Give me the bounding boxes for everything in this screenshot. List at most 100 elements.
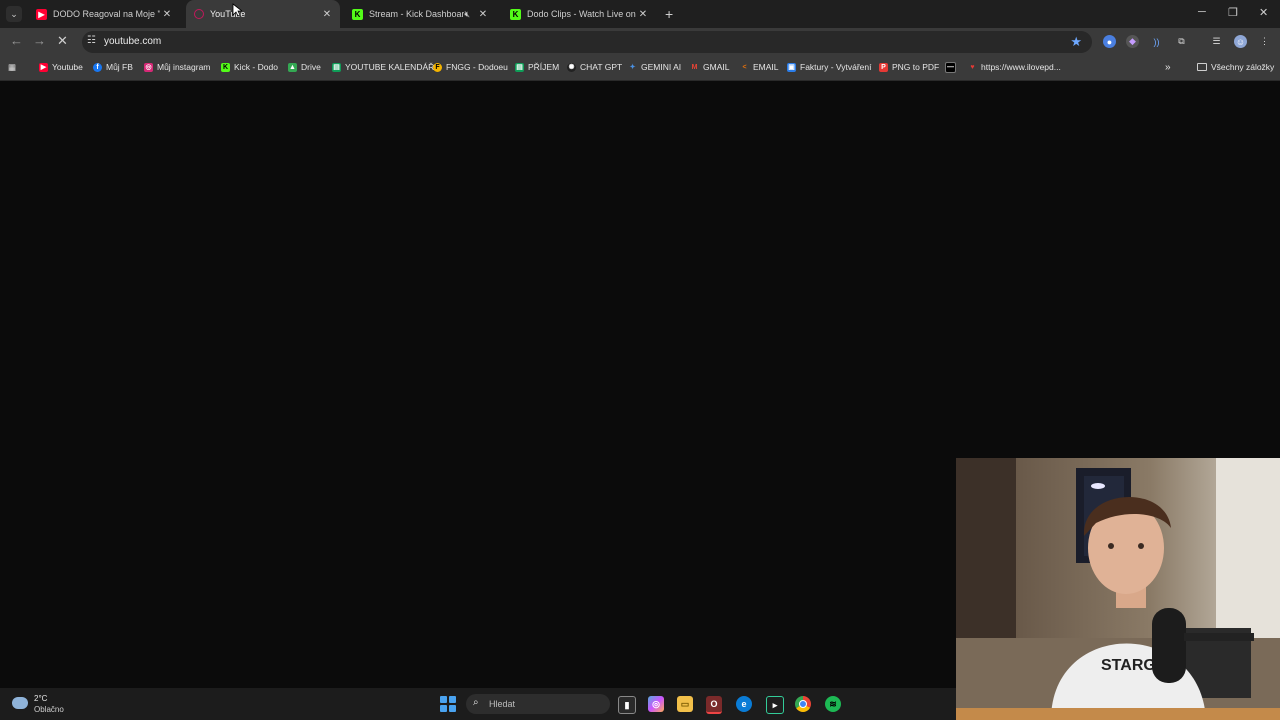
bookmark-label: https://www.ilovepd... bbox=[981, 62, 1061, 72]
media-control-icon[interactable]: ☰ bbox=[1210, 35, 1223, 48]
bookmark-facebook[interactable]: f Můj FB bbox=[93, 62, 133, 72]
bookmark-gemini[interactable]: ✦ GEMINI AI bbox=[628, 62, 682, 72]
pdf-icon: P bbox=[879, 62, 888, 72]
new-tab-button[interactable]: + bbox=[665, 6, 673, 22]
extension-icon[interactable]: ◆ bbox=[1126, 35, 1139, 48]
facebook-icon: f bbox=[93, 62, 102, 72]
taskbar-search[interactable]: ⌕ Hledat bbox=[466, 694, 610, 714]
close-icon[interactable]: ✕ bbox=[320, 9, 334, 20]
tab-title: Stream - Kick Dashboard bbox=[369, 9, 465, 19]
bookmarks-bar: ▦ ▶ Youtube f Můj FB ◎ Můj instagram K K… bbox=[0, 56, 1280, 81]
extension-icon[interactable]: ● bbox=[1103, 35, 1116, 48]
browser-toolbar: ← → ✕ ☷ youtube.com ★ ● ◆ )) ⧉ ☰ ☺ ⋮ bbox=[0, 28, 1280, 56]
start-button[interactable] bbox=[440, 696, 456, 712]
loading-icon bbox=[194, 9, 204, 19]
search-placeholder: Hledat bbox=[489, 699, 516, 709]
fngg-icon: F bbox=[433, 62, 442, 72]
bookmark-faktury[interactable]: ▣ Faktury - Vytváření bbox=[787, 62, 871, 72]
bookmark-label: PNG to PDF bbox=[892, 62, 940, 72]
bookmark-gmail[interactable]: M GMAIL bbox=[690, 62, 730, 72]
sheets-icon: ▤ bbox=[332, 62, 341, 72]
bookmark-youtube[interactable]: ▶ Youtube bbox=[39, 62, 83, 72]
bookmark-label: Můj FB bbox=[106, 62, 133, 72]
bookmark-label: FNGG - Dodoeu bbox=[446, 62, 508, 72]
bookmark-label: CHAT GPT bbox=[580, 62, 623, 72]
tab-strip: ⌄ ▶ DODO Reagoval na Moje "Špec ✕ YouTub… bbox=[0, 0, 1280, 28]
close-window-button[interactable]: ✕ bbox=[1259, 6, 1268, 19]
bookmark-chat-gpt[interactable]: ✺ CHAT GPT bbox=[567, 62, 622, 72]
heart-icon: ♥ bbox=[970, 63, 975, 71]
spotify-icon[interactable]: ≋ bbox=[825, 696, 841, 712]
outlook-icon[interactable]: O bbox=[706, 696, 722, 714]
chevron-down-icon: ⌄ bbox=[10, 8, 18, 19]
more-bookmarks-chevron-icon[interactable]: » bbox=[1165, 62, 1171, 73]
bookmark-email[interactable]: < EMAIL bbox=[740, 62, 778, 72]
youtube-icon: ▶ bbox=[36, 8, 47, 20]
address-bar[interactable]: ☷ youtube.com ★ bbox=[82, 31, 1092, 53]
search-icon: ⌕ bbox=[473, 697, 479, 708]
bookmark-label: Můj instagram bbox=[157, 62, 211, 72]
all-bookmarks-label: Všechny záložky bbox=[1211, 62, 1275, 72]
tab-title: YouTube bbox=[210, 9, 246, 19]
chrome-icon[interactable] bbox=[795, 696, 811, 712]
tab-search-button[interactable]: ⌄ bbox=[6, 6, 22, 22]
bookmark-label: GEMINI AI bbox=[641, 62, 682, 72]
forward-button[interactable]: → bbox=[33, 33, 46, 48]
close-icon[interactable]: ✕ bbox=[160, 9, 174, 20]
maximize-button[interactable]: ❐ bbox=[1228, 6, 1238, 19]
bookmark-kick-dodo[interactable]: K Kick - Dodo bbox=[221, 62, 278, 72]
back-button[interactable]: ← bbox=[10, 33, 23, 48]
gemini-icon: ✦ bbox=[629, 64, 636, 71]
bookmark-youtube-kalendar[interactable]: ▤ YOUTUBE KALENDÁŘ bbox=[332, 62, 434, 72]
youtube-icon: ▶ bbox=[39, 62, 48, 72]
openai-icon: ✺ bbox=[567, 62, 576, 72]
tab-dodo-clips[interactable]: K Dodo Clips - Watch Live on Kick ✕ bbox=[502, 0, 656, 28]
menu-kebab-icon[interactable]: ⋮ bbox=[1258, 35, 1271, 48]
bookmark-instagram[interactable]: ◎ Můj instagram bbox=[144, 62, 210, 72]
webcam-streamer-image: STARGA bbox=[956, 458, 1280, 720]
bookmark-label: GMAIL bbox=[703, 62, 730, 72]
email-icon: < bbox=[742, 63, 747, 71]
weather-temp[interactable]: 2°C bbox=[34, 694, 47, 703]
mouse-cursor-icon bbox=[232, 3, 242, 17]
profile-avatar[interactable]: ☺ bbox=[1234, 35, 1247, 48]
extensions-puzzle-icon[interactable]: ⧉ bbox=[1175, 35, 1188, 48]
tab-title: Dodo Clips - Watch Live on Kick bbox=[527, 9, 636, 19]
close-icon[interactable]: ✕ bbox=[476, 9, 490, 20]
url-text[interactable]: youtube.com bbox=[104, 36, 161, 47]
tab-youtube[interactable]: YouTube ✕ bbox=[186, 0, 340, 28]
tab-dodo-reagoval[interactable]: ▶ DODO Reagoval na Moje "Špec ✕ bbox=[28, 0, 180, 28]
terminal-icon[interactable]: ▸ bbox=[766, 696, 784, 714]
edge-icon[interactable]: e bbox=[736, 696, 752, 712]
close-icon[interactable]: ✕ bbox=[636, 9, 650, 20]
apps-grid-icon[interactable]: ▦ bbox=[8, 62, 16, 73]
bookmark-prijem[interactable]: ▤ PŘÍJEM bbox=[515, 62, 559, 72]
bookmark-label: Faktury - Vytváření bbox=[800, 62, 872, 72]
tab-kick-dashboard[interactable]: K Stream - Kick Dashboard 🔇︎ ✕ bbox=[344, 0, 496, 28]
bookmark-star-icon[interactable]: ★ bbox=[1070, 34, 1082, 50]
weather-desc[interactable]: Oblačno bbox=[34, 705, 64, 714]
cloud-icon[interactable] bbox=[12, 697, 28, 709]
bookmark-dash[interactable]: — bbox=[945, 62, 960, 73]
site-info-icon[interactable]: ☷ bbox=[87, 35, 96, 46]
stop-loading-button[interactable]: ✕ bbox=[57, 33, 68, 49]
copilot-icon[interactable]: ◎ bbox=[648, 696, 664, 712]
audio-extension-icon[interactable]: )) bbox=[1150, 35, 1163, 48]
bookmark-ilovepdf[interactable]: ♥ https://www.ilovepd... bbox=[968, 62, 1061, 72]
instagram-icon: ◎ bbox=[144, 62, 153, 72]
mute-icon[interactable]: 🔇︎ bbox=[464, 9, 470, 20]
all-bookmarks-button[interactable]: Všechny záložky bbox=[1197, 62, 1274, 72]
bookmark-label: YOUTUBE KALENDÁŘ bbox=[345, 62, 435, 72]
bookmark-png-to-pdf[interactable]: P PNG to PDF bbox=[879, 62, 939, 72]
kick-icon: K bbox=[352, 8, 363, 20]
bookmark-drive[interactable]: ▲ Drive bbox=[288, 62, 321, 72]
sheets-icon: ▤ bbox=[515, 62, 524, 72]
bookmark-fngg[interactable]: F FNGG - Dodoeu bbox=[433, 62, 508, 72]
bookmark-label: Youtube bbox=[52, 62, 83, 72]
dash-icon: — bbox=[945, 62, 956, 73]
task-view-icon[interactable]: ▮ bbox=[618, 696, 636, 714]
invoice-icon: ▣ bbox=[787, 62, 796, 72]
minimize-button[interactable]: ─ bbox=[1198, 6, 1206, 18]
kick-icon: K bbox=[221, 62, 230, 72]
file-explorer-icon[interactable]: ▭ bbox=[677, 696, 693, 712]
